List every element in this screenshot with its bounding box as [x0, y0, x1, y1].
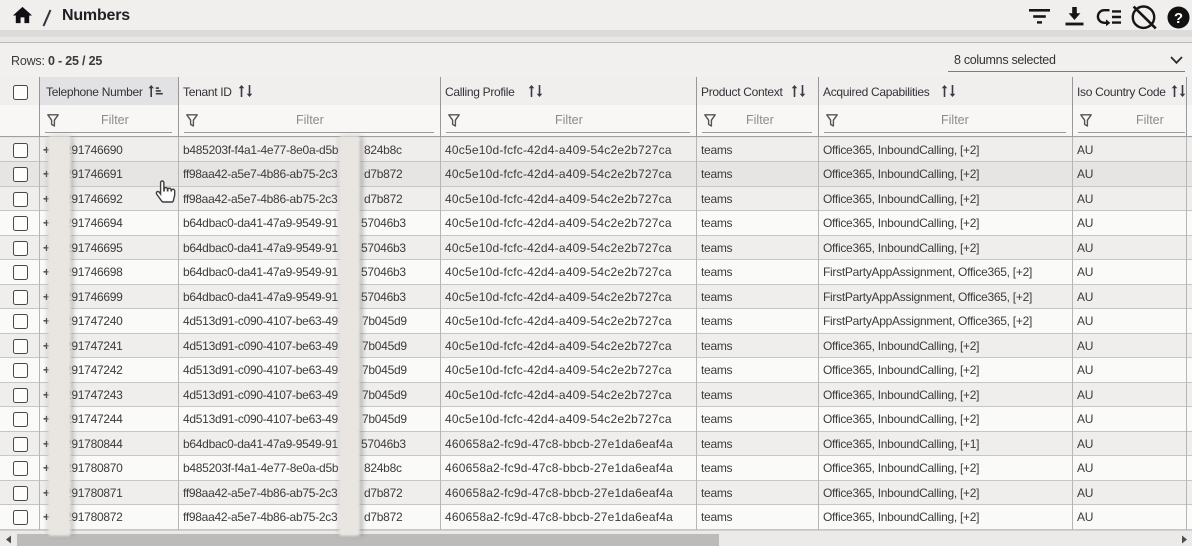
svg-text:?: ? — [1174, 11, 1183, 27]
